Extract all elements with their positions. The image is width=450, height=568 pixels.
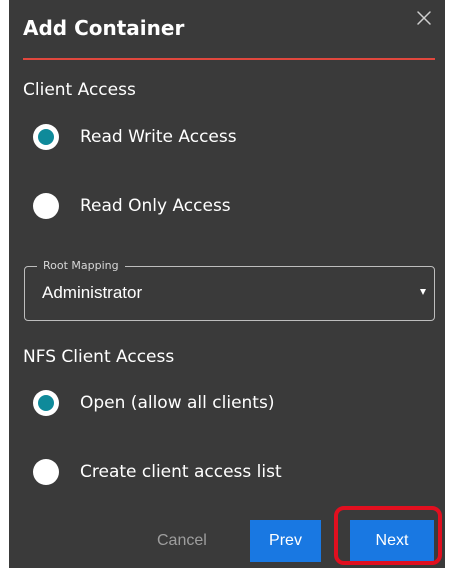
cancel-button[interactable]: Cancel (157, 532, 207, 550)
radio-selected-icon (33, 124, 59, 150)
client-access-heading: Client Access (23, 80, 136, 100)
nfs-client-access-heading: NFS Client Access (23, 347, 175, 367)
root-mapping-select[interactable]: Root Mapping Administrator (24, 259, 435, 321)
radio-unselected-icon (33, 459, 59, 485)
radio-selected-icon (33, 390, 59, 416)
radio-label: Open (allow all clients) (80, 393, 275, 413)
radio-create-client-access-list[interactable]: Create client access list (33, 458, 282, 486)
next-button[interactable]: Next (350, 520, 434, 562)
close-icon[interactable] (415, 9, 433, 27)
root-mapping-label: Root Mapping (37, 259, 125, 273)
radio-open-allow-all-clients[interactable]: Open (allow all clients) (33, 389, 274, 417)
radio-read-write-access[interactable]: Read Write Access (33, 123, 237, 151)
title-divider (23, 58, 435, 60)
radio-label: Read Only Access (80, 196, 231, 216)
radio-read-only-access[interactable]: Read Only Access (33, 192, 231, 220)
prev-button[interactable]: Prev (250, 520, 321, 562)
root-mapping-value: Administrator (42, 283, 143, 302)
radio-label: Create client access list (80, 462, 282, 482)
radio-label: Read Write Access (80, 127, 237, 147)
radio-unselected-icon (33, 193, 59, 219)
dialog-title: Add Container (23, 16, 185, 40)
add-container-dialog: Add Container Client Access Read Write A… (9, 0, 445, 568)
chevron-down-icon (420, 289, 426, 295)
